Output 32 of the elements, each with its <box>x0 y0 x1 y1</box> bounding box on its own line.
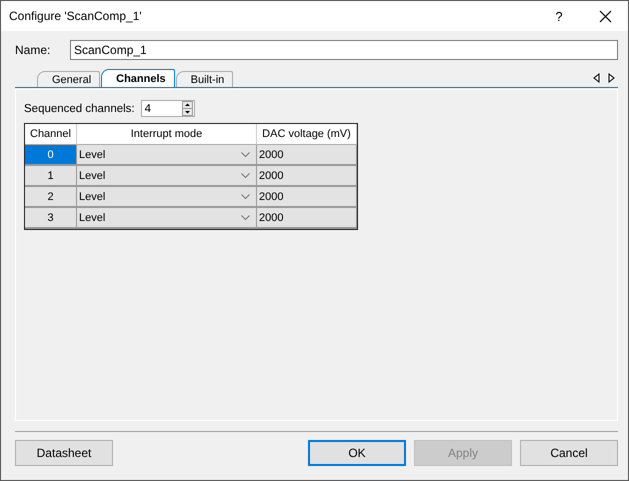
dialog-button[interactable]: Datasheet <box>15 440 113 466</box>
scroll-right-icon[interactable] <box>607 73 615 83</box>
chevron-down-icon <box>241 194 250 200</box>
interrupt-mode-dropdown[interactable]: Level <box>77 166 257 187</box>
name-label: Name: <box>15 43 52 57</box>
tab[interactable]: Built-in <box>176 71 234 87</box>
tab[interactable]: General <box>37 71 100 87</box>
table-cell: 2000 <box>257 145 357 166</box>
dialog-button[interactable]: OK <box>308 440 406 466</box>
tab[interactable]: Channels <box>101 69 175 87</box>
close-icon <box>598 10 612 22</box>
dialog-button[interactable]: Cancel <box>520 440 618 466</box>
chevron-down-icon <box>241 152 250 158</box>
table-cell: 2000 <box>257 208 357 229</box>
table-cell[interactable]: 2 <box>25 187 77 208</box>
help-button[interactable]: ? <box>536 1 582 31</box>
table-cell: 2000 <box>257 187 357 208</box>
table-cell[interactable]: 0 <box>25 145 77 166</box>
chevron-down-icon <box>241 172 250 178</box>
chevron-down-icon <box>241 214 250 220</box>
sequenced-channels-label: Sequenced channels: <box>24 102 135 114</box>
table-cell: 2000 <box>257 166 357 187</box>
name-field[interactable]: ScanComp_1 <box>70 40 618 60</box>
sequenced-channels-spinner[interactable]: 4 <box>140 100 195 117</box>
window-title: Configure 'ScanComp_1' <box>9 9 143 23</box>
interrupt-mode-dropdown[interactable]: Level <box>77 145 257 166</box>
interrupt-mode-dropdown[interactable]: Level <box>77 187 257 208</box>
table-cell[interactable]: 1 <box>25 166 77 187</box>
spin-arrows-icon[interactable] <box>182 101 193 116</box>
interrupt-mode-dropdown[interactable]: Level <box>77 208 257 229</box>
scroll-left-icon[interactable] <box>593 73 601 83</box>
table-cell[interactable]: 3 <box>25 208 77 229</box>
